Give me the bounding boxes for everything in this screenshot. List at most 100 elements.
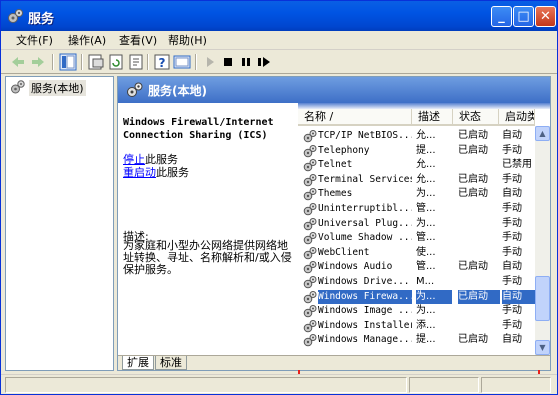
service-name: Windows Drive... xyxy=(318,276,410,287)
refresh-icon[interactable] xyxy=(107,53,125,71)
service-status: 已启动 xyxy=(458,130,488,141)
service-name: Windows Installer xyxy=(318,319,412,331)
column-header-description[interactable]: 描述 xyxy=(412,109,453,126)
minimize-icon: _ xyxy=(498,9,505,24)
service-name: Windows Image ... xyxy=(318,305,412,317)
service-description-panel: Windows Firewall/Internet Connection Sha… xyxy=(118,103,298,355)
service-gear-icon xyxy=(303,319,317,333)
close-button[interactable]: ✕ xyxy=(535,6,556,27)
table-row[interactable]: Windows Manage... 提... 已启动 自动 xyxy=(298,333,535,347)
service-status: 已启动 xyxy=(458,261,488,273)
table-row[interactable]: Windows Image ... 为... 手动 xyxy=(298,304,535,318)
maximize-button[interactable]: □ xyxy=(513,6,534,27)
service-startup-type: 自动 xyxy=(502,289,536,304)
column-header-name[interactable]: 名称 / xyxy=(298,109,412,126)
restart-service-icon[interactable] xyxy=(255,53,273,71)
service-name: Windows Manage... xyxy=(318,334,412,346)
minimize-button[interactable]: _ xyxy=(491,6,512,27)
menu-help[interactable]: 帮助(H) xyxy=(168,33,207,48)
vertical-scrollbar[interactable]: ▲ ▼ xyxy=(535,126,550,355)
view-tabs: 扩展 标准 xyxy=(118,355,550,370)
restart-link-suffix: 此服务 xyxy=(156,166,189,179)
service-description: 使... xyxy=(416,246,436,258)
service-description: 添... xyxy=(416,319,436,331)
service-gear-icon xyxy=(303,188,317,201)
table-row[interactable]: Windows Drive... M... 手动 xyxy=(298,275,535,289)
service-gear-icon xyxy=(303,159,317,172)
service-name: Windows Audio xyxy=(318,261,393,273)
table-row[interactable]: Telephony 提... 已启动 手动 xyxy=(298,144,535,158)
service-startup-type: 手动 xyxy=(502,319,522,331)
service-name: Telephony xyxy=(318,144,370,156)
service-description: 允... xyxy=(416,130,436,141)
scroll-down-arrow-icon[interactable]: ▼ xyxy=(535,340,550,355)
toolbar-separator xyxy=(195,54,197,70)
service-description: 为... xyxy=(416,305,436,317)
service-startup-type: 自动 xyxy=(502,334,522,346)
table-row[interactable]: Uninterruptibl... 管... 手动 xyxy=(298,202,535,216)
table-row[interactable]: Themes 为... 已启动 自动 xyxy=(298,187,535,201)
restart-service-link[interactable]: 重启动 xyxy=(123,164,156,180)
scrollbar-thumb[interactable] xyxy=(535,276,550,321)
service-description: 为... xyxy=(416,289,452,304)
tab-extended[interactable]: 扩展 xyxy=(122,356,154,370)
service-description: M... xyxy=(416,276,435,287)
service-gear-icon xyxy=(303,217,317,230)
service-gear-icon xyxy=(303,305,317,318)
scroll-up-arrow-icon[interactable]: ▲ xyxy=(535,126,550,141)
selected-service-title: Windows Firewall/Internet Connection Sha… xyxy=(123,117,274,141)
table-row[interactable]: TCP/IP NetBIOS... 允... 已启动 自动 xyxy=(298,129,535,143)
menu-file[interactable]: 文件(F) xyxy=(16,33,53,48)
services-gear-icon xyxy=(11,80,25,94)
service-startup-type: 自动 xyxy=(502,261,522,273)
menu-action[interactable]: 操作(A) xyxy=(68,33,106,48)
column-header-status[interactable]: 状态 xyxy=(453,109,499,126)
table-row[interactable]: Volume Shadow ... 管... 手动 xyxy=(298,231,535,245)
service-name: Volume Shadow ... xyxy=(318,232,412,244)
service-status: 已启动 xyxy=(458,144,488,156)
stop-service-icon[interactable] xyxy=(219,53,237,71)
pause-service-icon[interactable] xyxy=(237,53,255,71)
console-icon[interactable] xyxy=(173,53,191,71)
table-row-selected[interactable]: Windows Firewa... 为... 已启动 自动 xyxy=(298,289,536,304)
service-startup-type: 自动 xyxy=(502,188,522,200)
service-name: TCP/IP NetBIOS... xyxy=(318,130,412,141)
service-description: 提... xyxy=(416,144,436,156)
services-gear-icon xyxy=(127,82,143,97)
table-row[interactable]: Universal Plug... 为... 手动 xyxy=(298,217,535,231)
help-icon[interactable]: ? xyxy=(153,53,171,71)
status-cell-main xyxy=(5,377,407,393)
service-name: WebClient xyxy=(318,246,370,258)
close-icon: ✕ xyxy=(540,9,551,24)
export-list-icon[interactable] xyxy=(127,53,145,71)
menu-view[interactable]: 查看(V) xyxy=(119,33,157,48)
service-startup-type: 手动 xyxy=(502,203,522,214)
service-gear-icon xyxy=(303,130,317,143)
table-row[interactable]: Windows Audio 管... 已启动 自动 xyxy=(298,260,535,274)
service-gear-icon xyxy=(303,144,317,157)
service-description: 管... xyxy=(416,261,436,273)
properties-icon[interactable] xyxy=(87,53,105,71)
service-gear-icon xyxy=(303,232,317,245)
forward-arrow-icon[interactable] xyxy=(29,53,47,71)
maximize-icon: □ xyxy=(517,9,530,24)
table-row[interactable]: Telnet 允... 已禁用 xyxy=(298,158,535,172)
tab-standard[interactable]: 标准 xyxy=(155,356,187,370)
service-gear-icon xyxy=(303,246,317,260)
table-row[interactable]: WebClient 使... 手动 xyxy=(298,246,535,260)
service-startup-type: 已禁用 xyxy=(502,159,532,171)
service-name: Themes xyxy=(318,188,353,200)
services-list: 名称 / 描述 状态 启动类 TCP/IP NetBIOS... 允... 已启动自… xyxy=(298,103,550,385)
title-bar[interactable]: 服务 _ □ ✕ xyxy=(1,1,557,31)
table-row[interactable]: Windows Installer 添... 手动 xyxy=(298,319,535,333)
table-row[interactable]: Terminal Services 允... 已启动 手动 xyxy=(298,173,535,187)
service-startup-type: 手动 xyxy=(502,173,522,185)
service-gear-icon xyxy=(303,261,317,274)
service-gear-icon xyxy=(303,276,317,289)
toolbar-separator xyxy=(81,54,83,70)
service-status: 已启动 xyxy=(458,173,488,185)
back-arrow-icon[interactable] xyxy=(9,53,27,71)
column-header-startup-type[interactable]: 启动类 xyxy=(499,109,535,126)
show-hide-console-tree-icon[interactable] xyxy=(59,53,77,71)
start-service-icon[interactable] xyxy=(201,53,219,71)
